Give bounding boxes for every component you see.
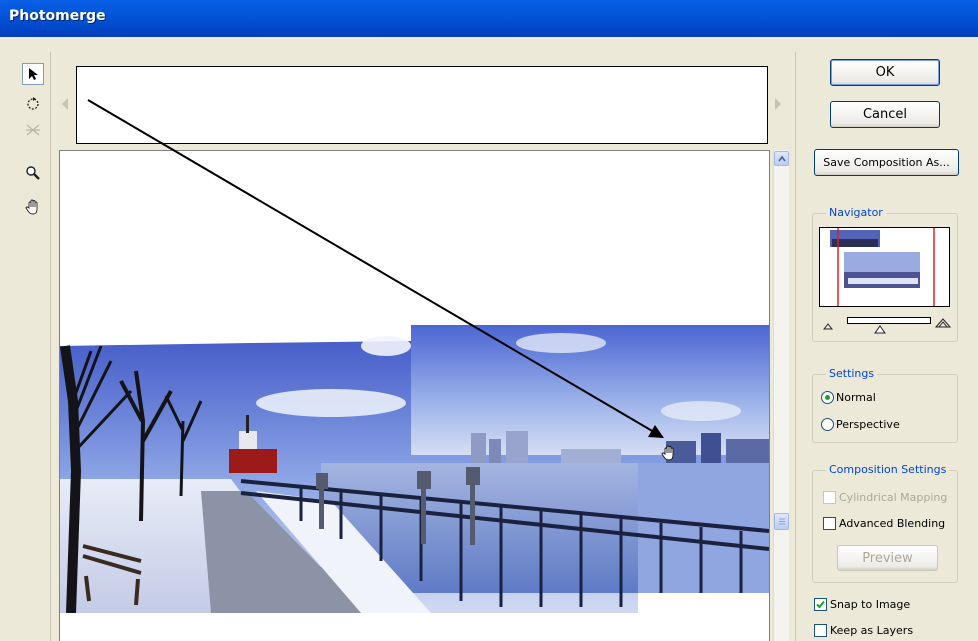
radio-perspective-control[interactable] <box>821 418 834 431</box>
save-composition-button[interactable]: Save Composition As... <box>814 149 959 176</box>
cylindrical-mapping-checkbox <box>823 491 836 504</box>
ok-button[interactable]: OK <box>830 59 940 86</box>
workspace-right-border <box>795 52 796 641</box>
hand-icon <box>25 199 38 215</box>
checkmark-icon <box>816 600 825 609</box>
keep-as-layers-option[interactable]: Keep as Layers <box>814 624 913 637</box>
radio-normal-label: Normal <box>836 391 876 404</box>
chevron-left-icon <box>62 98 68 110</box>
scroll-thumb[interactable] <box>774 513 789 530</box>
window-title: Photomerge <box>9 8 106 24</box>
navigator-group: Navigator <box>812 206 958 342</box>
radio-normal[interactable]: Normal <box>821 391 876 404</box>
composition-settings-label: Composition Settings <box>826 463 950 476</box>
composition-settings-group: Composition Settings Cylindrical Mapping… <box>812 463 958 583</box>
snap-to-image-label: Snap to Image <box>830 598 911 611</box>
advanced-blending-option[interactable]: Advanced Blending <box>823 517 945 530</box>
radio-perspective-label: Perspective <box>836 418 900 431</box>
title-bar: Photomerge <box>0 0 978 37</box>
canvas-vertical-scrollbar[interactable] <box>773 150 789 641</box>
magnifier-icon <box>26 166 40 180</box>
hand-cursor-icon <box>660 444 678 462</box>
scroll-up-button[interactable] <box>774 151 789 166</box>
vanishing-point-icon <box>26 124 40 136</box>
zoom-in-icon[interactable] <box>934 317 952 328</box>
radio-normal-control[interactable] <box>821 391 834 404</box>
hand-tool[interactable] <box>22 196 44 218</box>
settings-label: Settings <box>826 367 878 380</box>
grip-icon <box>778 518 785 525</box>
chevron-up-icon <box>777 155 786 161</box>
select-image-tool[interactable] <box>22 63 44 85</box>
snap-to-image-option[interactable]: Snap to Image <box>814 598 910 611</box>
workspace-left-border <box>50 52 51 641</box>
zoom-out-icon[interactable] <box>822 319 834 330</box>
navigator-label: Navigator <box>826 206 886 219</box>
panorama-composite <box>60 325 769 641</box>
rotate-image-tool[interactable] <box>22 92 44 114</box>
keep-as-layers-label: Keep as Layers <box>830 624 914 637</box>
composition-canvas[interactable] <box>59 150 770 641</box>
advanced-blending-checkbox[interactable] <box>823 517 836 530</box>
radio-perspective[interactable]: Perspective <box>821 418 900 431</box>
keep-as-layers-checkbox[interactable] <box>814 624 827 637</box>
advanced-blending-label: Advanced Blending <box>839 517 946 530</box>
zoom-slider-track[interactable] <box>847 317 931 324</box>
lightbox-strip[interactable] <box>76 66 768 144</box>
rotate-icon <box>27 97 39 110</box>
cancel-button[interactable]: Cancel <box>830 101 940 128</box>
chevron-right-icon <box>775 98 781 110</box>
lightbox-scroll-left[interactable] <box>60 97 70 111</box>
snap-to-image-checkbox[interactable] <box>814 598 827 611</box>
cylindrical-mapping-label: Cylindrical Mapping <box>839 491 948 504</box>
preview-button: Preview <box>837 545 938 571</box>
vanishing-point-tool[interactable] <box>22 119 44 141</box>
zoom-tool[interactable] <box>22 162 44 184</box>
zoom-slider-thumb[interactable] <box>874 323 886 334</box>
navigator-preview <box>830 228 935 306</box>
navigator-thumbnail[interactable] <box>819 227 950 307</box>
lightbox-scroll-right[interactable] <box>773 97 783 111</box>
settings-group: Settings Normal Perspective <box>812 367 958 443</box>
arrow-cursor-icon <box>29 68 38 80</box>
cylindrical-mapping-option: Cylindrical Mapping <box>823 491 947 504</box>
